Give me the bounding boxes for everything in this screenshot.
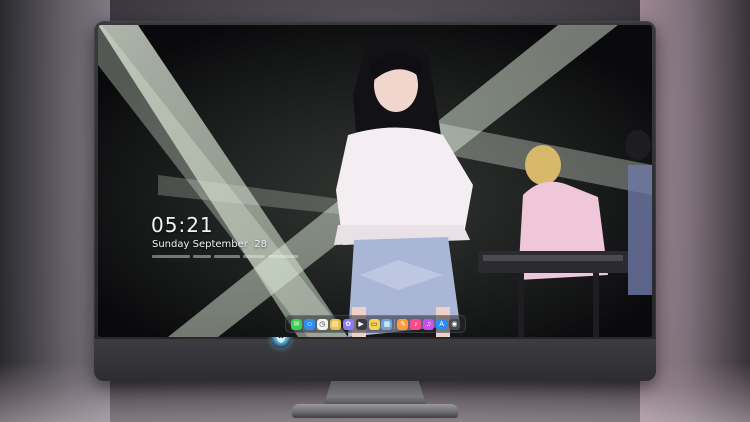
lock-screen-date: Sunday September 28 [152, 239, 267, 250]
pen-icon[interactable]: ✎ [397, 318, 409, 330]
stickies-icon[interactable]: ▭ [368, 318, 380, 330]
photos-icon[interactable]: ✿ [342, 318, 354, 330]
messages-icon[interactable]: ✉ [291, 318, 302, 330]
wallpaper-performers [334, 40, 652, 337]
lock-screen-time: 05:21 [151, 213, 214, 237]
lock-screen-subtitle-placeholder [152, 255, 302, 259]
monitor-chin [94, 339, 656, 381]
music-icon-2[interactable]: ♫ [423, 318, 435, 330]
notes-icon[interactable]: ▤ [329, 318, 341, 330]
clock-icon[interactable]: ◷ [316, 318, 328, 330]
app-store-icon[interactable]: A [436, 318, 448, 330]
monitor-stand-base [292, 404, 458, 418]
background-blur-right [640, 0, 750, 422]
dock: ✉ ☺ ◷ ▤ ✿ ▶ ▭ ▦ ✎ ♪ ♫ A ◉ [285, 315, 466, 333]
music-icon[interactable]: ♪ [410, 318, 422, 330]
finder-icon[interactable]: ☺ [303, 318, 315, 330]
preview-icon[interactable]: ▦ [381, 318, 393, 330]
clapper-icon[interactable]: ▶ [355, 318, 367, 330]
dock-separator [394, 319, 396, 329]
desktop-screen: 05:21 Sunday September 28 ✉ ☺ ◷ ▤ ✿ ▶ ▭ ▦ ✎ ♪ ♫ A ◉ [98, 25, 652, 337]
camera-icon[interactable]: ◉ [448, 318, 460, 330]
